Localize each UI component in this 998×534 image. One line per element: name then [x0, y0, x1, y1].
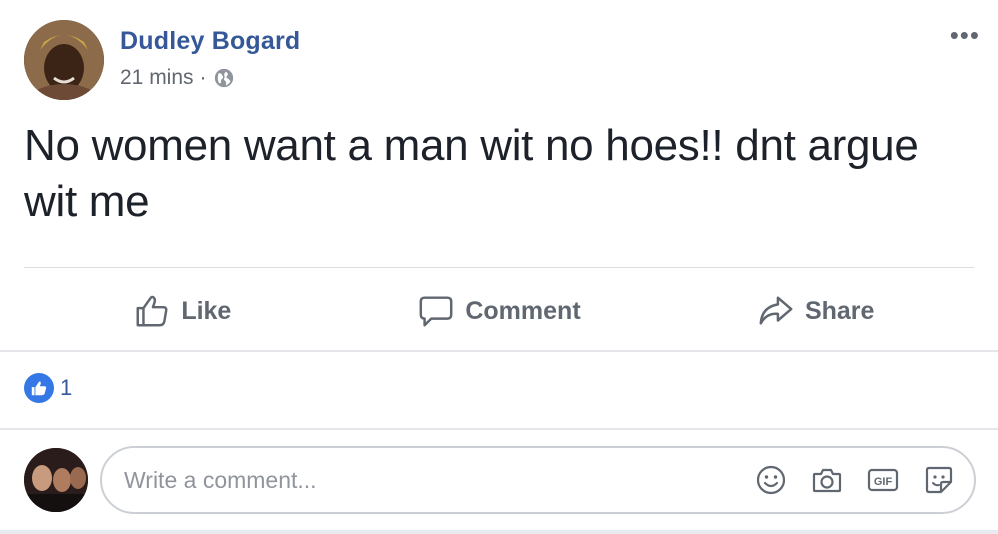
globe-icon[interactable]: [213, 67, 235, 89]
composer-tools: GIF: [754, 463, 956, 497]
camera-icon[interactable]: [810, 463, 844, 497]
comment-input[interactable]: [124, 466, 754, 494]
like-icon: [136, 295, 168, 327]
author-avatar[interactable]: [24, 20, 104, 100]
svg-text:GIF: GIF: [874, 476, 893, 488]
meta-separator: ·: [199, 66, 207, 89]
comment-button[interactable]: Comment: [341, 282, 658, 340]
sticker-icon[interactable]: [922, 463, 956, 497]
author-name[interactable]: Dudley Bogard: [120, 27, 300, 56]
divider: [24, 267, 974, 268]
share-label: Share: [804, 296, 875, 325]
comment-icon: [419, 296, 453, 327]
share-icon: [759, 296, 793, 325]
reaction-count: 1: [60, 375, 73, 400]
divider: [0, 428, 998, 430]
comment-composer: GIF: [100, 446, 976, 514]
emoji-icon[interactable]: [754, 463, 788, 497]
divider: [0, 350, 998, 352]
current-user-avatar[interactable]: [24, 448, 88, 512]
card-bottom-border: [0, 530, 998, 534]
post-meta: 21 mins ·: [120, 66, 235, 90]
more-options-icon[interactable]: •••: [950, 22, 980, 48]
share-button[interactable]: Share: [657, 282, 974, 340]
post-timestamp[interactable]: 21 mins: [120, 66, 194, 90]
like-button[interactable]: Like: [24, 282, 341, 340]
reactions-summary[interactable]: 1: [24, 373, 72, 403]
action-bar: Like Comment Share: [24, 282, 974, 340]
like-reaction-icon: [24, 373, 54, 403]
post-body-text: No women want a man wit no hoes!! dnt ar…: [24, 121, 919, 226]
comment-label: Comment: [465, 296, 581, 325]
like-label: Like: [181, 296, 232, 325]
gif-icon[interactable]: GIF: [866, 463, 900, 497]
post-card: Dudley Bogard 21 mins · ••• No women wan…: [0, 0, 998, 534]
